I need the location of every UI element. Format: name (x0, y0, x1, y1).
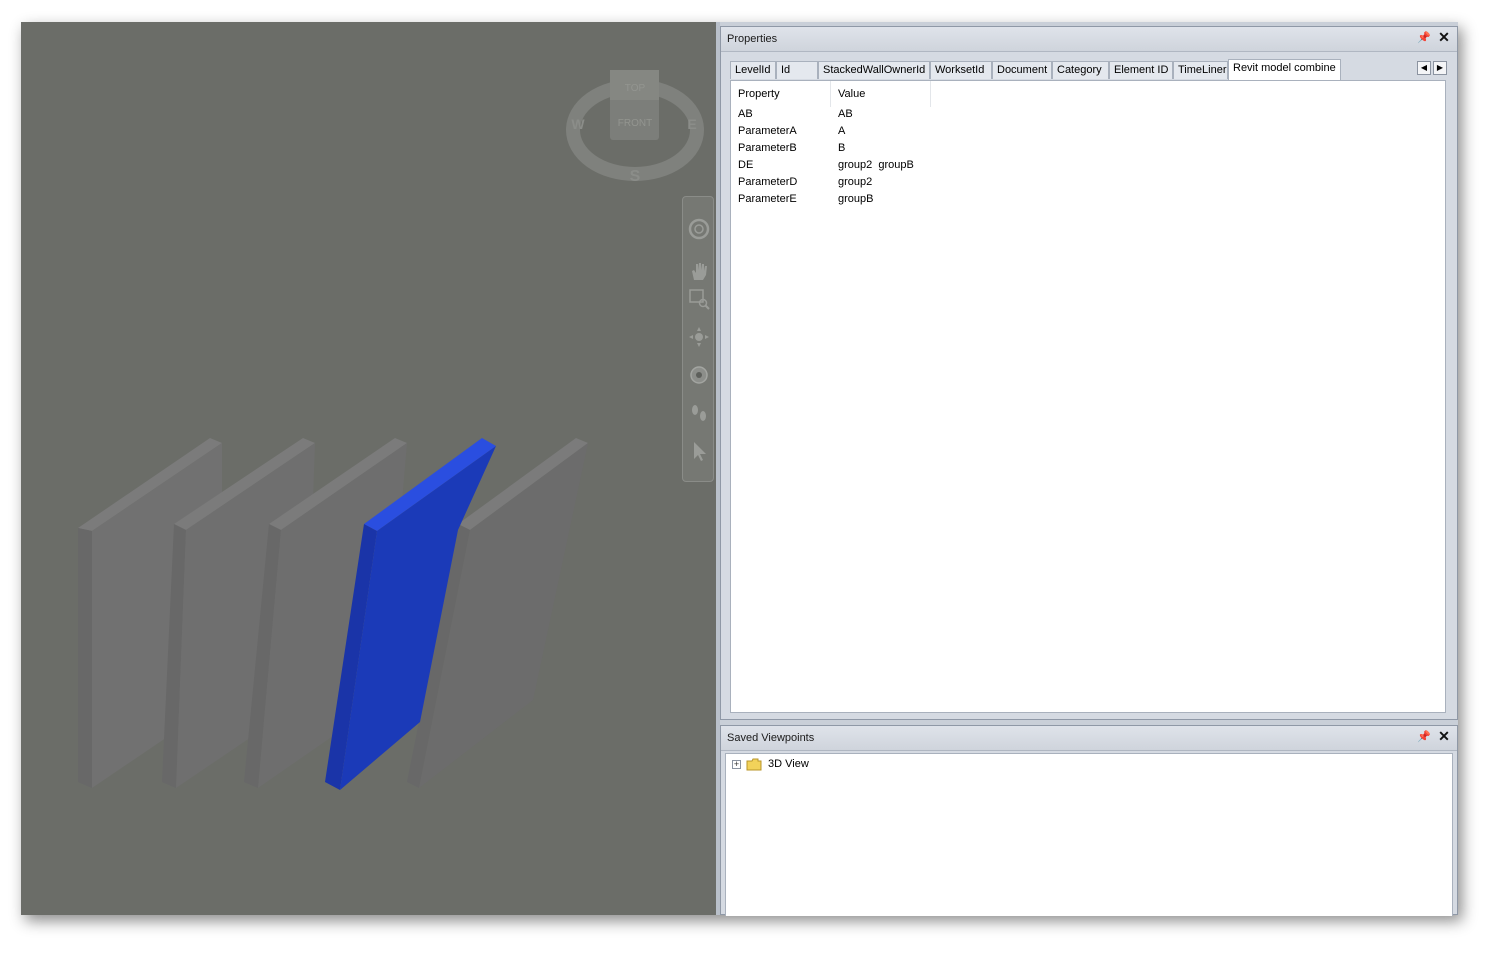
tab-stackedwallownerid[interactable]: StackedWallOwnerId (818, 61, 930, 79)
zoom-window-icon[interactable] (687, 287, 711, 311)
property-name: ParameterB (738, 142, 797, 154)
close-icon[interactable]: ✕ (1437, 30, 1451, 44)
grid-header: Property Value (731, 81, 931, 107)
property-value: B (838, 142, 846, 154)
table-row[interactable]: ParameterA A (731, 123, 1031, 140)
property-name: DE (738, 159, 754, 171)
tab-document[interactable]: Document (992, 61, 1052, 79)
properties-grid: Property Value AB AB ParameterA A Parame… (730, 80, 1446, 713)
tab-scroll-right-icon[interactable]: ▶ (1433, 61, 1447, 75)
table-row[interactable]: ParameterB B (731, 140, 1031, 157)
3d-viewport[interactable]: TOP FRONT W E S (21, 22, 716, 915)
tab-element-id[interactable]: Element ID (1109, 61, 1173, 79)
look-around-eye-icon[interactable] (687, 363, 711, 387)
navigation-bar (682, 196, 714, 482)
tab-revit-model-combine[interactable]: Revit model combine (1228, 59, 1341, 80)
pin-icon[interactable]: 📌 (1417, 31, 1431, 45)
viewcube-front-label: FRONT (618, 118, 652, 129)
model-scene: TOP FRONT W E S (78, 70, 704, 790)
table-row[interactable]: ParameterD group2 (731, 174, 1031, 191)
property-name: ParameterD (738, 176, 798, 188)
close-icon[interactable]: ✕ (1437, 729, 1451, 743)
orbit-icon[interactable] (687, 325, 711, 349)
pan-hand-icon[interactable] (687, 259, 711, 283)
property-name: ParameterE (738, 193, 797, 205)
table-row[interactable]: AB AB (731, 106, 1031, 123)
steering-wheel-icon[interactable] (687, 217, 711, 241)
saved-viewpoints-title: Saved Viewpoints (727, 732, 815, 744)
pin-icon[interactable]: 📌 (1417, 730, 1431, 744)
property-value: groupB (838, 193, 874, 205)
viewpoints-tree: + 3D View (725, 753, 1453, 916)
saved-viewpoints-title-bar: Saved Viewpoints 📌 ✕ (721, 726, 1457, 751)
tree-item-label: 3D View (768, 758, 809, 770)
application-window: TOP FRONT W E S Properties 📌 ✕ LevelId I… (21, 22, 1458, 916)
properties-tabs: LevelId Id StackedWallOwnerId WorksetId … (730, 59, 1450, 80)
properties-title: Properties (727, 33, 778, 45)
table-row[interactable]: DE group2 groupB (731, 157, 1031, 174)
folder-icon (746, 758, 762, 774)
column-header-property[interactable]: Property (731, 81, 831, 107)
properties-panel: Properties 📌 ✕ LevelId Id StackedWallOwn… (720, 26, 1458, 720)
tab-scroll-left-icon[interactable]: ◀ (1417, 61, 1431, 75)
properties-title-bar: Properties 📌 ✕ (721, 27, 1457, 52)
tab-id[interactable]: Id (776, 61, 818, 79)
property-value: AB (838, 108, 853, 120)
viewcube[interactable]: TOP FRONT W E S (566, 70, 704, 185)
property-name: ParameterA (738, 125, 797, 137)
tab-levelid[interactable]: LevelId (730, 61, 776, 79)
tab-category[interactable]: Category (1052, 61, 1109, 79)
tab-worksetid[interactable]: WorksetId (930, 61, 992, 79)
compass-west-label: W (571, 116, 585, 132)
property-value: group2 groupB (838, 159, 914, 171)
property-value: group2 (838, 176, 873, 188)
property-value: A (838, 125, 846, 137)
saved-viewpoints-panel: Saved Viewpoints 📌 ✕ + 3D View (720, 725, 1458, 916)
compass-east-label: E (687, 116, 696, 132)
expand-icon[interactable]: + (732, 760, 741, 769)
tab-timeliner[interactable]: TimeLiner (1173, 61, 1228, 79)
select-pointer-icon[interactable] (687, 439, 711, 463)
compass-south-label: S (630, 168, 641, 185)
walk-footsteps-icon[interactable] (687, 401, 711, 425)
property-name: AB (738, 108, 753, 120)
column-header-value[interactable]: Value (831, 81, 931, 107)
table-row[interactable]: ParameterE groupB (731, 191, 1031, 208)
viewcube-top-label: TOP (625, 83, 646, 94)
